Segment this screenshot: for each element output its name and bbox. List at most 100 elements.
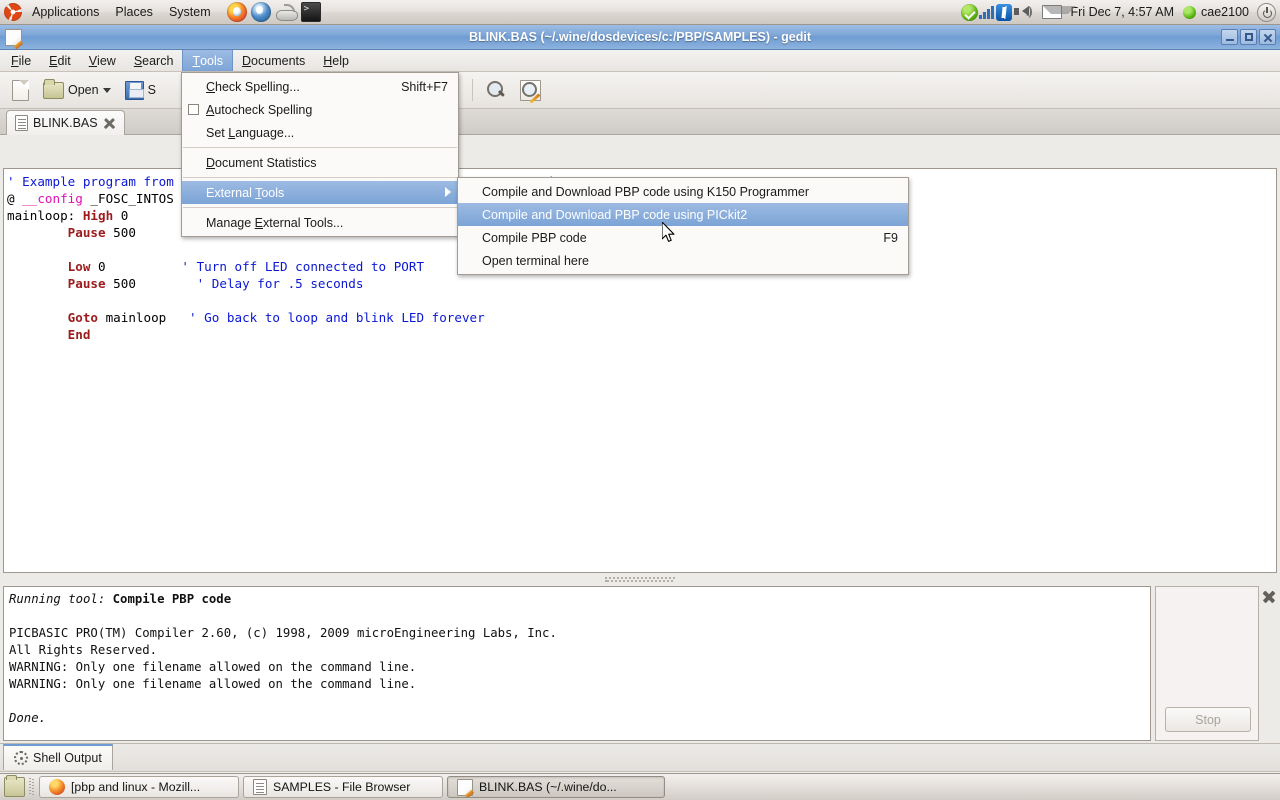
document-tab-label: BLINK.BAS — [33, 116, 98, 130]
gamepad-icon[interactable] — [275, 2, 297, 22]
firefox-icon[interactable] — [227, 2, 247, 22]
menu-view[interactable]: View — [80, 50, 125, 71]
tab-close-icon[interactable] — [103, 117, 116, 130]
tab-shell-output-label: Shell Output — [33, 751, 102, 765]
folder-open-icon — [43, 82, 64, 99]
external-tools-item-compile-and-download-pbp-code-using-pickit2[interactable]: Compile and Download PBP code using PICk… — [458, 203, 908, 226]
power-icon[interactable] — [1257, 3, 1276, 22]
mail-icon[interactable] — [1042, 5, 1062, 19]
username-label[interactable]: cae2100 — [1201, 5, 1257, 19]
close-button[interactable] — [1259, 29, 1276, 45]
panel-menu-places[interactable]: Places — [108, 2, 160, 22]
stop-button[interactable]: Stop — [1165, 707, 1251, 732]
menu-search[interactable]: Search — [125, 50, 183, 71]
close-panel-icon[interactable] — [1262, 590, 1276, 604]
menu-separator — [183, 147, 457, 148]
menu-item-label: Compile PBP code — [482, 231, 587, 245]
show-desktop-icon[interactable] — [4, 777, 25, 797]
bottom-panel: Running tool: Compile PBP code PICBASIC … — [0, 584, 1280, 745]
save-button[interactable]: S — [119, 78, 162, 103]
tools-menu-item-external-tools[interactable]: External Tools — [182, 181, 458, 204]
menu-tools[interactable]: Tools — [182, 50, 233, 71]
menubar: File Edit View Search Tools Documents He… — [0, 50, 1280, 72]
bluetooth-icon[interactable] — [996, 4, 1012, 21]
code-line: Goto mainloop ' Go back to loop and blin… — [7, 309, 1274, 326]
task-firefox[interactable]: [pbp and linux - Mozill... — [39, 776, 239, 798]
window-buttons — [1221, 29, 1280, 45]
menu-help[interactable]: Help — [314, 50, 358, 71]
mouse-cursor — [662, 222, 676, 243]
task-gedit[interactable]: BLINK.BAS (~/.wine/do... — [447, 776, 665, 798]
user-status-icon[interactable] — [1183, 6, 1196, 19]
external-tools-item-open-terminal-here[interactable]: Open terminal here — [458, 249, 908, 272]
panel-menu-applications[interactable]: Applications — [25, 2, 106, 22]
volume-icon[interactable] — [1012, 4, 1034, 20]
code-line — [7, 292, 1274, 309]
network-signal-icon[interactable] — [978, 4, 996, 20]
menu-file[interactable]: File — [2, 50, 40, 71]
thunderbird-icon[interactable] — [251, 2, 271, 22]
document-icon — [15, 115, 28, 131]
task-file-browser[interactable]: SAMPLES - File Browser — [243, 776, 443, 798]
checkbox-unchecked-icon[interactable] — [188, 104, 199, 115]
task-file-browser-label: SAMPLES - File Browser — [273, 780, 410, 794]
update-manager-icon[interactable] — [961, 4, 978, 21]
tools-menu-item-check-spelling[interactable]: Check Spelling... Shift+F7 — [182, 75, 458, 98]
window-titlebar[interactable]: BLINK.BAS (~/.wine/dosdevices/c:/PBP/SAM… — [0, 25, 1280, 50]
chevron-down-icon[interactable] — [103, 88, 111, 93]
search-icon — [486, 80, 506, 100]
new-document-button[interactable] — [6, 77, 35, 104]
stop-button-label: Stop — [1195, 713, 1221, 727]
external-tools-submenu: Compile and Download PBP code using K150… — [457, 177, 909, 275]
menu-item-accelerator: Shift+F7 — [371, 80, 448, 94]
menu-item-label: Set Language... — [206, 126, 294, 140]
submenu-arrow-icon — [445, 187, 451, 197]
file-manager-icon — [253, 779, 267, 795]
menu-item-label: Manage External Tools... — [206, 216, 343, 230]
external-tools-item-compile-and-download-pbp-code-using-k150-programmer[interactable]: Compile and Download PBP code using K150… — [458, 180, 908, 203]
panel-tray: Fri Dec 7, 4:57 AM cae2100 — [961, 3, 1280, 22]
taskbar-grip[interactable] — [29, 778, 35, 796]
menu-item-label: Compile and Download PBP code using K150… — [482, 185, 809, 199]
menu-separator — [183, 177, 457, 178]
gear-icon — [14, 751, 28, 765]
open-button[interactable]: Open — [37, 79, 117, 102]
tools-dropdown-menu: Check Spelling... Shift+F7 Autocheck Spell… — [181, 72, 459, 237]
find-replace-icon — [520, 80, 541, 101]
shell-done-line: Done. — [9, 710, 1145, 727]
menu-item-label: External Tools — [206, 186, 284, 200]
shell-output-line: PICBASIC PRO(TM) Compiler 2.60, (c) 1998… — [9, 625, 1145, 642]
clock[interactable]: Fri Dec 7, 4:57 AM — [1062, 5, 1184, 19]
shell-output-text[interactable]: Running tool: Compile PBP code PICBASIC … — [3, 586, 1151, 741]
tools-menu-item-autocheck-spelling[interactable]: Autocheck Spelling — [182, 98, 458, 121]
panel-splitter[interactable] — [3, 574, 1277, 584]
ubuntu-logo-icon[interactable] — [4, 3, 22, 21]
find-button[interactable] — [480, 77, 512, 103]
document-tab-blink-bas[interactable]: BLINK.BAS — [6, 110, 125, 135]
tools-menu-item-document-statistics[interactable]: Document Statistics — [182, 151, 458, 174]
shell-output-line: WARNING: Only one filename allowed on th… — [9, 676, 1145, 693]
task-gedit-label: BLINK.BAS (~/.wine/do... — [479, 780, 617, 794]
menu-item-label: Autocheck Spelling — [206, 103, 312, 117]
external-tools-item-compile-pbp-code[interactable]: Compile PBP codeF9 — [458, 226, 908, 249]
window-title: BLINK.BAS (~/.wine/dosdevices/c:/PBP/SAM… — [0, 30, 1280, 44]
save-label: S — [148, 83, 156, 97]
tab-shell-output[interactable]: Shell Output — [3, 744, 113, 770]
shell-output-line: WARNING: Only one filename allowed on th… — [9, 659, 1145, 676]
panel-menu-system[interactable]: System — [162, 2, 218, 22]
menu-item-label: Check Spelling... — [206, 80, 300, 94]
shell-output-line — [9, 693, 1145, 710]
tools-menu-item-manage-external-tools[interactable]: Manage External Tools... — [182, 211, 458, 234]
save-icon — [125, 81, 144, 100]
replace-button[interactable] — [514, 77, 547, 104]
taskbar: [pbp and linux - Mozill... SAMPLES - Fil… — [0, 773, 1280, 800]
menu-edit[interactable]: Edit — [40, 50, 80, 71]
maximize-button[interactable] — [1240, 29, 1257, 45]
open-label: Open — [68, 83, 99, 97]
minimize-button[interactable] — [1221, 29, 1238, 45]
tools-menu-item-set-language[interactable]: Set Language... — [182, 121, 458, 144]
firefox-icon — [49, 779, 65, 795]
terminal-icon[interactable] — [301, 2, 321, 22]
menu-documents[interactable]: Documents — [233, 50, 314, 71]
code-line: End — [7, 326, 1274, 343]
